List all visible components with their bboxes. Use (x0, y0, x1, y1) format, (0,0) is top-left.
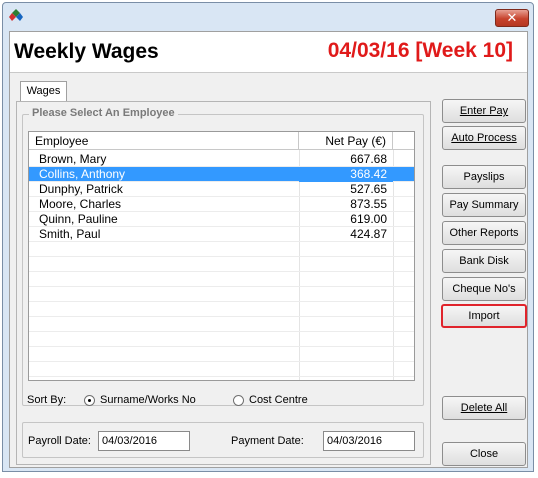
table-row[interactable]: Smith, Paul 424.87 (29, 227, 414, 242)
employee-net-pay: 368.42 (299, 167, 393, 182)
other-reports-button[interactable]: Other Reports (442, 221, 526, 245)
empty-row (29, 317, 414, 332)
table-row[interactable]: Brown, Mary 667.68 (29, 152, 414, 167)
payslips-button[interactable]: Payslips (442, 165, 526, 189)
empty-row (29, 272, 414, 287)
table-row[interactable]: Dunphy, Patrick 527.65 (29, 182, 414, 197)
cheque-nos-button[interactable]: Cheque No's (442, 277, 526, 301)
list-rows: Brown, Mary 667.68 Collins, Anthony 368.42 D… (29, 152, 414, 377)
delete-all-label: Delete All (460, 402, 508, 414)
employee-net-pay: 424.87 (350, 227, 387, 241)
payroll-date-label: Payroll Date: (28, 435, 91, 447)
table-row[interactable]: Quinn, Pauline 619.00 (29, 212, 414, 227)
window-close-button[interactable]: ✕ (495, 9, 529, 27)
employee-net-pay: 667.68 (350, 152, 387, 166)
sort-cost-centre-radio[interactable] (233, 395, 244, 406)
pay-summary-button[interactable]: Pay Summary (442, 193, 526, 217)
employee-name: Collins, Anthony (39, 167, 126, 181)
employee-net-pay: 619.00 (350, 212, 387, 226)
payment-date-input[interactable]: 04/03/2016 (323, 431, 415, 451)
list-header: Employee Net Pay (€) (29, 132, 414, 150)
app-logo-icon (9, 9, 23, 23)
employee-net-pay: 527.65 (350, 182, 387, 196)
empty-row (29, 257, 414, 272)
enter-pay-label: Enter Pay (459, 105, 509, 117)
page-title: Weekly Wages (14, 40, 159, 63)
close-icon: ✕ (506, 10, 518, 25)
bank-disk-button[interactable]: Bank Disk (442, 249, 526, 273)
employee-list[interactable]: Employee Net Pay (€) Brown, Mary 667.68 Co… (28, 131, 415, 381)
empty-row (29, 302, 414, 317)
employee-name: Quinn, Pauline (39, 212, 118, 226)
auto-process-button[interactable]: Auto Process (442, 126, 526, 150)
client-area: Weekly Wages 04/03/16 [Week 10] Wages Pl… (9, 31, 528, 468)
tab-wages[interactable]: Wages (20, 81, 67, 102)
empty-row (29, 242, 414, 257)
empty-row (29, 332, 414, 347)
empty-row (29, 287, 414, 302)
close-button[interactable]: Close (442, 442, 526, 466)
table-row[interactable]: Moore, Charles 873.55 (29, 197, 414, 212)
employee-name: Dunphy, Patrick (39, 182, 123, 196)
empty-row (29, 362, 414, 377)
auto-process-label: Auto Process (451, 132, 517, 144)
header-bar: Weekly Wages 04/03/16 [Week 10] (10, 32, 527, 73)
sort-surname-radio[interactable] (84, 395, 95, 406)
employee-name: Brown, Mary (39, 152, 107, 166)
employee-net-pay: 873.55 (350, 197, 387, 211)
period-title: 04/03/16 [Week 10] (327, 39, 513, 62)
employee-name: Smith, Paul (39, 227, 101, 241)
delete-all-button[interactable]: Delete All (442, 396, 526, 420)
empty-row (29, 347, 414, 362)
column-header-net-pay[interactable]: Net Pay (€) (299, 132, 393, 150)
payment-date-label: Payment Date: (231, 435, 304, 447)
sort-surname-label[interactable]: Surname/Works No (100, 394, 196, 406)
payroll-date-input[interactable]: 04/03/2016 (98, 431, 190, 451)
title-bar[interactable]: ✕ (3, 3, 533, 31)
employee-name: Moore, Charles (39, 197, 122, 211)
sort-by-label: Sort By: (27, 394, 67, 406)
sort-cost-centre-label[interactable]: Cost Centre (249, 394, 308, 406)
enter-pay-button[interactable]: Enter Pay (442, 99, 526, 123)
weekly-wages-window: ✕ Weekly Wages 04/03/16 [Week 10] Wages … (2, 2, 534, 472)
column-header-employee[interactable]: Employee (29, 132, 299, 150)
group-legend: Please Select An Employee (29, 107, 178, 119)
import-button[interactable]: Import (441, 304, 527, 328)
table-row[interactable]: Collins, Anthony 368.42 (29, 167, 414, 182)
